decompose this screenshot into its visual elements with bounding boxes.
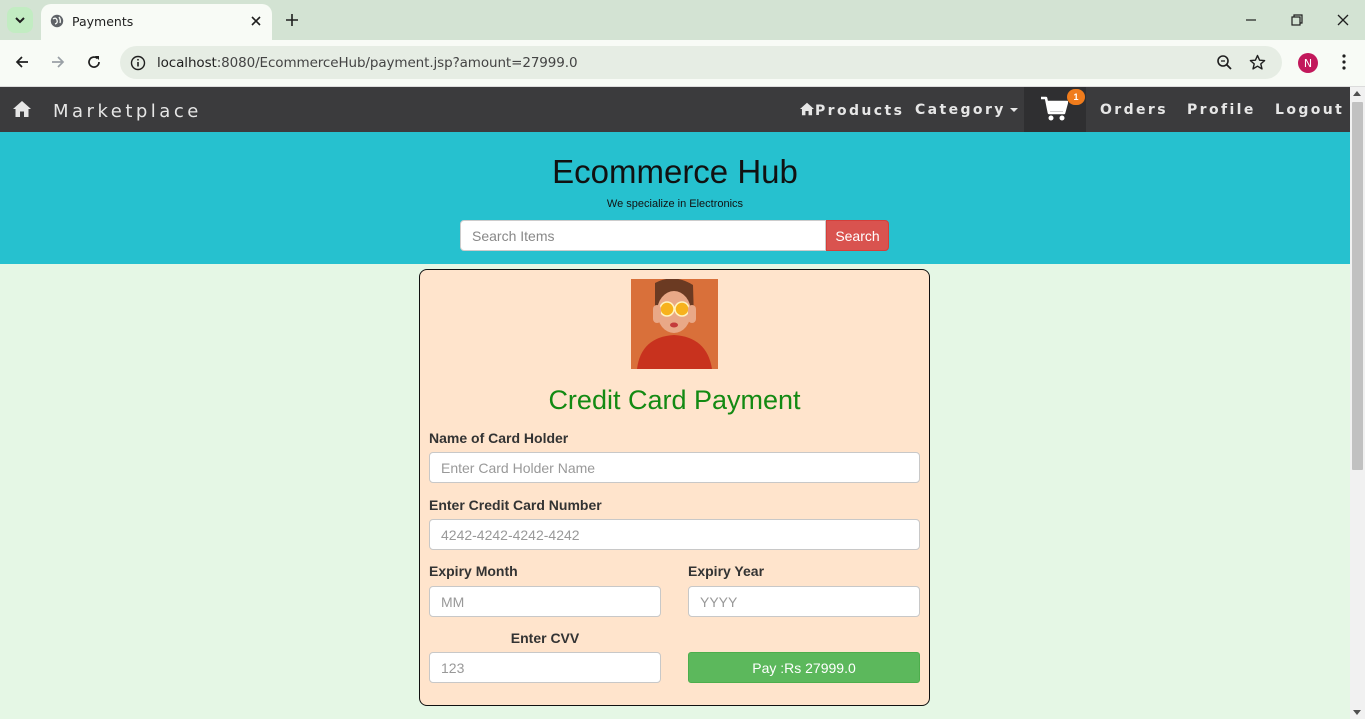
page-scrollbar[interactable]	[1350, 87, 1365, 719]
payment-heading: Credit Card Payment	[548, 385, 801, 415]
card-number-input[interactable]	[429, 519, 920, 550]
reload-icon[interactable]	[85, 53, 103, 71]
scrollbar-thumb[interactable]	[1352, 102, 1363, 470]
nav-orders[interactable]: Orders	[1100, 102, 1168, 118]
site-title: Ecommerce Hub	[552, 153, 798, 190]
caret-down-icon	[1009, 108, 1018, 112]
site-navbar: Marketplace Products Category 1 Orders P…	[0, 87, 1350, 132]
expiry-year-input[interactable]	[688, 586, 920, 617]
back-arrow-icon[interactable]	[13, 53, 31, 71]
site-info-icon[interactable]	[130, 55, 146, 71]
hero-banner: Ecommerce Hub We specialize in Electroni…	[0, 132, 1350, 264]
home-icon[interactable]	[12, 100, 32, 118]
bookmark-star-icon[interactable]	[1249, 54, 1266, 71]
cvv-input[interactable]	[429, 652, 661, 683]
forward-arrow-icon[interactable]	[49, 53, 67, 71]
plus-icon[interactable]	[283, 11, 301, 29]
card-number-label: Enter Credit Card Number	[429, 497, 602, 513]
tab-search-button[interactable]	[7, 7, 33, 33]
cart-button[interactable]: 1	[1024, 87, 1086, 132]
expiry-year-label: Expiry Year	[688, 563, 765, 579]
address-bar[interactable]: localhost:8080/EcommerceHub/payment.jsp?…	[120, 46, 1282, 79]
url-path: :8080/EcommerceHub/payment.jsp?amount=27…	[216, 55, 578, 71]
brand-link[interactable]: Marketplace	[53, 101, 202, 122]
pay-button[interactable]: Pay :Rs 27999.0	[688, 652, 920, 683]
more-menu-icon[interactable]	[1336, 53, 1352, 71]
nav-category[interactable]: Category	[915, 102, 1018, 118]
close-window-icon[interactable]	[1335, 12, 1351, 28]
chevron-down-icon	[15, 17, 25, 24]
shopping-cart-icon	[1041, 96, 1068, 121]
url-host: localhost	[157, 55, 217, 71]
browser-tab-strip: Payments	[0, 0, 1365, 40]
scroll-up-icon[interactable]	[1353, 91, 1361, 96]
scroll-down-icon[interactable]	[1353, 710, 1361, 715]
nav-profile[interactable]: Profile	[1187, 102, 1256, 118]
globe-icon	[50, 14, 64, 28]
zoom-icon[interactable]	[1216, 54, 1233, 71]
holder-label: Name of Card Holder	[429, 430, 569, 446]
restore-icon[interactable]	[1289, 12, 1305, 28]
minimize-icon[interactable]	[1243, 12, 1259, 28]
home-icon	[800, 102, 814, 116]
expiry-month-input[interactable]	[429, 586, 661, 617]
page-viewport: Marketplace Products Category 1 Orders P…	[0, 87, 1350, 719]
payment-image	[631, 279, 718, 369]
payment-card: Credit Card Payment Name of Card Holder …	[419, 269, 930, 706]
site-tagline: We specialize in Electronics	[606, 198, 744, 210]
browser-tab[interactable]: Payments	[41, 4, 272, 40]
close-icon[interactable]	[248, 13, 264, 29]
cvv-label: Enter CVV	[510, 630, 580, 646]
profile-avatar[interactable]: N	[1298, 53, 1318, 73]
browser-toolbar: localhost:8080/EcommerceHub/payment.jsp?…	[0, 40, 1365, 87]
cart-count-badge: 1	[1067, 89, 1085, 105]
search-input[interactable]	[460, 220, 826, 251]
card-holder-input[interactable]	[429, 452, 920, 483]
nav-logout[interactable]: Logout	[1275, 102, 1344, 118]
tab-title: Payments	[72, 14, 134, 29]
nav-products-label: Products	[815, 103, 905, 119]
nav-category-label: Category	[915, 102, 1006, 118]
search-button[interactable]: Search	[826, 220, 889, 251]
url-text[interactable]: localhost:8080/EcommerceHub/payment.jsp?…	[157, 55, 578, 71]
expiry-month-label: Expiry Month	[429, 563, 518, 579]
nav-products[interactable]: Products	[799, 102, 904, 119]
